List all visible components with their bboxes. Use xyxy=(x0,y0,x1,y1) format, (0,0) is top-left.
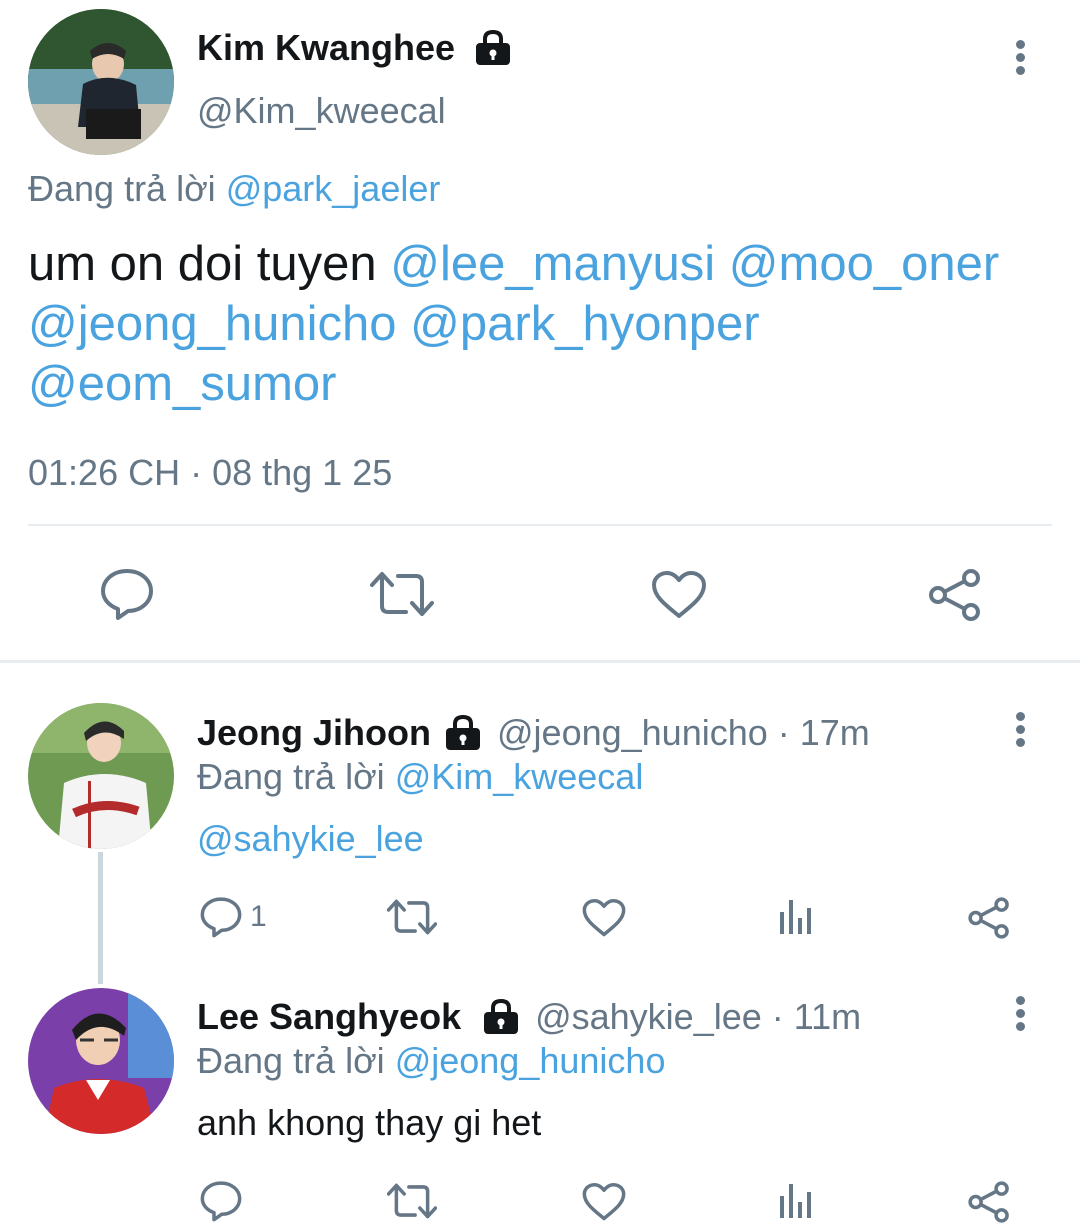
retweet-icon[interactable] xyxy=(387,898,437,936)
like-icon[interactable] xyxy=(651,570,707,620)
mention-link[interactable]: @eom_sumor xyxy=(28,357,336,411)
reply-count: 1 xyxy=(250,900,267,933)
lock-icon xyxy=(481,999,521,1035)
like-icon[interactable] xyxy=(582,1182,626,1222)
replying-to-line: Đang trả lời @Kim_kweecal xyxy=(197,756,643,798)
replying-to-line: Đang trả lời @jeong_hunicho xyxy=(197,1040,665,1082)
lock-icon xyxy=(443,715,483,751)
share-icon[interactable] xyxy=(967,896,1011,940)
reply-icon[interactable] xyxy=(100,568,154,620)
reply-author-handle[interactable]: @jeong_hunicho xyxy=(497,712,768,754)
thread-line xyxy=(98,852,103,984)
more-options-icon[interactable] xyxy=(1011,994,1031,1034)
reply-button[interactable]: 1 xyxy=(200,896,267,938)
reply-author-name[interactable]: Jeong Jihoon xyxy=(197,712,431,754)
share-icon[interactable] xyxy=(927,567,983,623)
replying-to-link[interactable]: @Kim_kweecal xyxy=(395,756,644,797)
mention-link[interactable]: @jeong_hunicho xyxy=(28,297,397,351)
replying-to-link[interactable]: @jeong_hunicho xyxy=(395,1040,666,1081)
more-options-icon[interactable] xyxy=(1011,710,1031,750)
replying-to-line: Đang trả lời @park_jaeler xyxy=(28,168,440,210)
more-options-icon[interactable] xyxy=(1011,38,1031,78)
retweet-icon[interactable] xyxy=(370,570,434,618)
divider xyxy=(28,524,1052,526)
avatar-kim-kwanghee[interactable] xyxy=(28,9,174,155)
reply-header: Jeong Jihoon @jeong_hunicho · 17m xyxy=(197,710,870,756)
mention-link[interactable]: @park_hyonper xyxy=(410,297,759,351)
avatar-jeong-jihoon[interactable] xyxy=(28,703,174,849)
like-icon[interactable] xyxy=(582,898,626,938)
reply-time: · 11m xyxy=(771,996,862,1037)
author-row: Kim Kwanghee xyxy=(197,26,513,70)
share-icon[interactable] xyxy=(967,1180,1011,1224)
reply-text: anh khong thay gi het xyxy=(197,1102,542,1143)
analytics-icon[interactable] xyxy=(777,1182,815,1220)
replying-label: Đang trả lời xyxy=(197,1040,385,1081)
reply-text-mention[interactable]: @sahykie_lee xyxy=(197,818,424,860)
avatar-lee-sanghyeok[interactable] xyxy=(28,988,174,1134)
reply-author-name[interactable]: Lee Sanghyeok xyxy=(197,996,461,1038)
author-name[interactable]: Kim Kwanghee xyxy=(197,27,455,69)
mention-link[interactable]: @moo_oner xyxy=(729,237,999,291)
section-divider xyxy=(0,660,1080,663)
reply-author-handle[interactable]: @sahykie_lee xyxy=(535,996,762,1038)
mention-link[interactable]: @lee_manyusi xyxy=(390,237,715,291)
reply-time: · 17m xyxy=(777,712,870,753)
lock-icon xyxy=(473,30,513,66)
reply-header: Lee Sanghyeok @sahykie_lee · 11m xyxy=(197,994,861,1040)
tweet-body: um on doi tuyen @lee_manyusi @moo_oner @… xyxy=(28,234,1058,414)
analytics-icon[interactable] xyxy=(777,898,815,936)
tweet-text: um on doi tuyen xyxy=(28,237,391,291)
replying-to-link[interactable]: @park_jaeler xyxy=(226,168,441,209)
replying-label: Đang trả lời xyxy=(197,756,385,797)
reply-icon xyxy=(200,896,242,938)
retweet-icon[interactable] xyxy=(387,1182,437,1220)
tweet-timestamp[interactable]: 01:26 CH · 08 thg 1 25 xyxy=(28,452,392,494)
reply-icon[interactable] xyxy=(200,1180,242,1222)
author-handle[interactable]: @Kim_kweecal xyxy=(197,90,446,132)
replying-label: Đang trả lời xyxy=(28,168,216,209)
